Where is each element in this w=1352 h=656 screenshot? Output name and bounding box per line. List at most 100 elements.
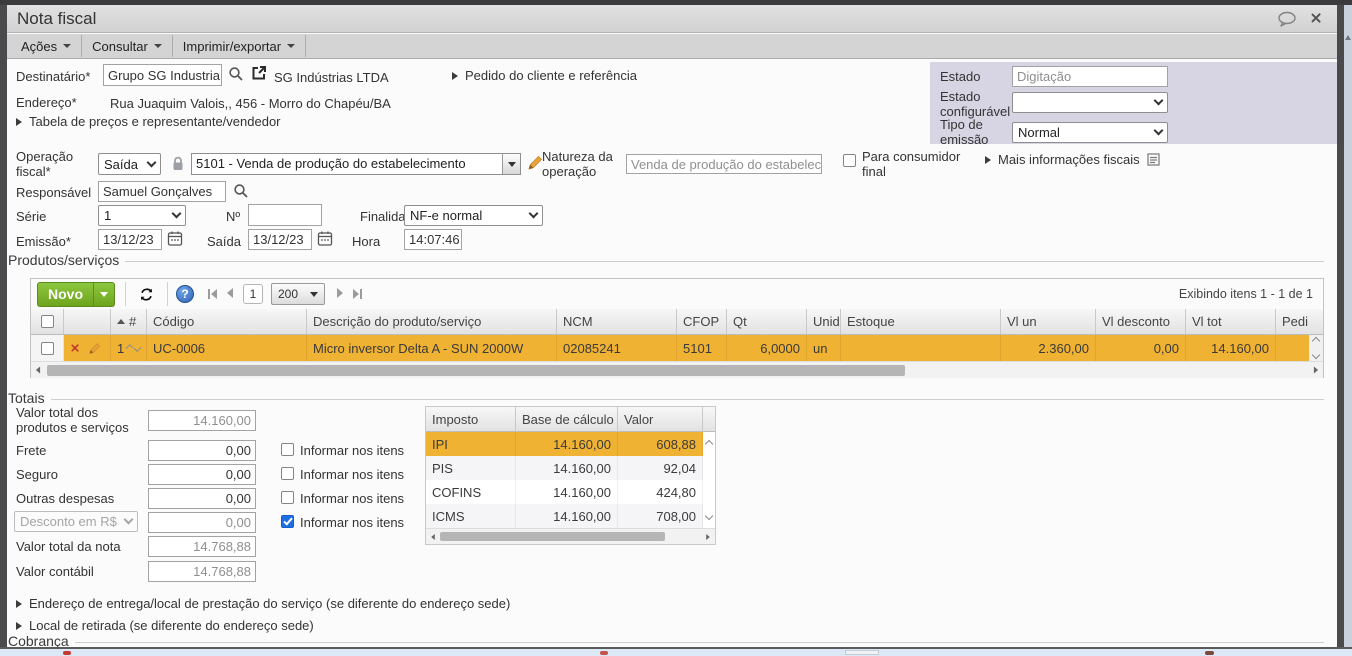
scroll-up-icon[interactable] [1345, 35, 1351, 40]
col-qt[interactable]: Qt [727, 309, 807, 335]
edit-row-icon[interactable] [88, 341, 101, 355]
grid-vscrollbar[interactable] [1309, 335, 1323, 361]
emissao-input[interactable]: 13/12/23 [98, 229, 162, 250]
scroll-down-icon[interactable] [1311, 350, 1321, 360]
expander-local-retirada[interactable]: Local de retirada (se diferente do ender… [16, 618, 314, 633]
col-estoque[interactable]: Estoque [841, 309, 1001, 335]
select-all-checkbox[interactable] [40, 315, 54, 328]
window-left-border [0, 5, 7, 656]
scroll-left-icon[interactable] [35, 366, 41, 374]
scroll-left-icon[interactable] [431, 533, 435, 540]
menu-acoes[interactable]: Ações [11, 35, 81, 57]
external-link-icon[interactable] [250, 64, 268, 82]
col-ncm[interactable]: NCM [557, 309, 677, 335]
estado-configuravel-select[interactable] [1012, 92, 1168, 113]
col-unid[interactable]: Unid [807, 309, 841, 335]
pager-prev-button[interactable] [227, 285, 233, 303]
scroll-right-icon[interactable] [706, 533, 710, 540]
consumidor-final-field[interactable]: Para consumidor final [843, 149, 962, 180]
menu-consultar[interactable]: Consultar [82, 35, 172, 57]
triangle-down-icon [507, 161, 516, 167]
calendar-icon[interactable] [167, 230, 183, 247]
impostos-hscrollbar[interactable] [426, 528, 715, 544]
pager-page-input[interactable]: 1 [243, 284, 263, 304]
tipo-emissao-select[interactable]: Normal [1012, 122, 1168, 143]
scroll-right-icon[interactable] [1313, 366, 1319, 374]
hora-input[interactable]: 14:07:46 [404, 229, 462, 250]
destinatario-label: Destinatário* [16, 69, 91, 84]
expander-endereco-entrega[interactable]: Endereço de entrega/local de prestação d… [16, 596, 510, 611]
calendar-icon[interactable] [317, 230, 333, 247]
desconto-informar-checkbox[interactable] [281, 515, 294, 528]
outras-despesas-informar-checkbox[interactable] [281, 491, 294, 504]
col-vl-un[interactable]: Vl un [1001, 309, 1096, 335]
expander-mais-informacoes[interactable]: Mais informações fiscais [985, 152, 1160, 167]
combo-dropdown-button[interactable] [502, 154, 520, 174]
grid-hscrollbar[interactable] [31, 361, 1323, 378]
pager-next-button[interactable] [337, 285, 343, 303]
impostos-col-imposto[interactable]: Imposto [426, 407, 516, 432]
table-row[interactable]: ICMS 14.160,00 708,00 [426, 504, 715, 528]
search-icon[interactable] [228, 66, 244, 82]
col-codigo[interactable]: Código [147, 309, 307, 335]
num-header-cell[interactable]: # [111, 309, 147, 335]
pager-size-select[interactable]: 200 [271, 283, 325, 305]
impostos-vscroll-up[interactable] [703, 432, 715, 456]
pager-last-button[interactable] [353, 289, 362, 299]
imposto-valor: 424,80 [618, 480, 703, 504]
serie-select[interactable]: 1 [98, 205, 186, 226]
impostos-col-base[interactable]: Base de cálculo [516, 407, 618, 432]
novo-dropdown-button[interactable] [93, 282, 114, 306]
table-row[interactable]: PIS 14.160,00 92,04 [426, 456, 715, 480]
pager-size-value: 200 [278, 287, 299, 301]
novo-button-label: Novo [48, 285, 83, 302]
col-vl-tot[interactable]: Vl tot [1186, 309, 1276, 335]
table-row[interactable]: 1 UC-0006 Micro inversor Delta A - SUN 2… [31, 335, 1323, 361]
natureza-operacao-input[interactable]: Venda de produção do estabelecime [626, 154, 822, 174]
produtos-grid: Novo ? 1 200 Exibindo itens 1 - 1 de 1 #… [30, 278, 1324, 378]
seguro-informar-checkbox[interactable] [281, 467, 294, 480]
help-icon[interactable]: ? [176, 285, 194, 303]
table-row[interactable]: COFINS 14.160,00 424,80 [426, 480, 715, 504]
triangle-left-icon [227, 288, 233, 298]
finalidade-select[interactable]: NF-e normal [404, 205, 543, 226]
scroll-thumb[interactable] [47, 364, 905, 376]
table-row[interactable]: IPI 14.160,00 608,88 [426, 432, 715, 456]
col-cfop[interactable]: CFOP [677, 309, 727, 335]
pager-first-button[interactable] [208, 289, 217, 299]
col-vl-desconto[interactable]: Vl desconto [1096, 309, 1186, 335]
search-icon[interactable] [233, 183, 249, 199]
frete-input[interactable]: 0,00 [148, 440, 256, 461]
menu-imprimir-exportar[interactable]: Imprimir/exportar [173, 35, 305, 57]
frete-informar-checkbox[interactable] [281, 443, 294, 456]
consumidor-final-checkbox[interactable] [843, 154, 856, 167]
outras-despesas-input[interactable]: 0,00 [148, 488, 256, 509]
saida-date-input[interactable]: 13/12/23 [248, 229, 312, 250]
edit-pencil-icon[interactable] [527, 153, 543, 171]
close-icon[interactable] [1311, 13, 1323, 25]
chat-bubble-icon[interactable] [1277, 11, 1297, 27]
col-pedido[interactable]: Pedi [1276, 309, 1309, 335]
nota-fiscal-window: Nota fiscal Ações Consultar Imprimir/exp… [0, 0, 1352, 656]
impostos-col-valor[interactable]: Valor [618, 407, 703, 432]
delete-row-icon[interactable] [71, 344, 79, 352]
expander-pedido-cliente[interactable]: Pedido do cliente e referência [452, 68, 637, 83]
col-descricao[interactable]: Descrição do produto/serviço [307, 309, 557, 335]
refresh-icon[interactable] [138, 286, 155, 303]
row-checkbox[interactable] [40, 341, 54, 355]
seguro-input[interactable]: 0,00 [148, 464, 256, 485]
scroll-up-icon[interactable] [1311, 336, 1321, 346]
operacao-tipo-select[interactable]: Saída [98, 153, 161, 175]
responsavel-input[interactable]: Samuel Gonçalves [98, 181, 226, 202]
impostos-vscroll-down[interactable] [703, 504, 715, 528]
estado-label: Estado [940, 69, 981, 84]
browser-scrollbar[interactable] [1344, 5, 1352, 656]
row-unid: un [807, 335, 841, 361]
expander-tabela-precos[interactable]: Tabela de preços e representante/vendedo… [16, 114, 281, 129]
destinatario-input[interactable]: Grupo SG Industria [103, 64, 222, 86]
novo-button[interactable]: Novo [37, 281, 115, 307]
operacao-cfop-combobox[interactable]: 5101 - Venda de produção do estabelecime… [191, 153, 521, 175]
move-down-icon[interactable] [133, 344, 142, 352]
numero-input[interactable] [248, 204, 322, 226]
scroll-thumb[interactable] [440, 532, 665, 541]
